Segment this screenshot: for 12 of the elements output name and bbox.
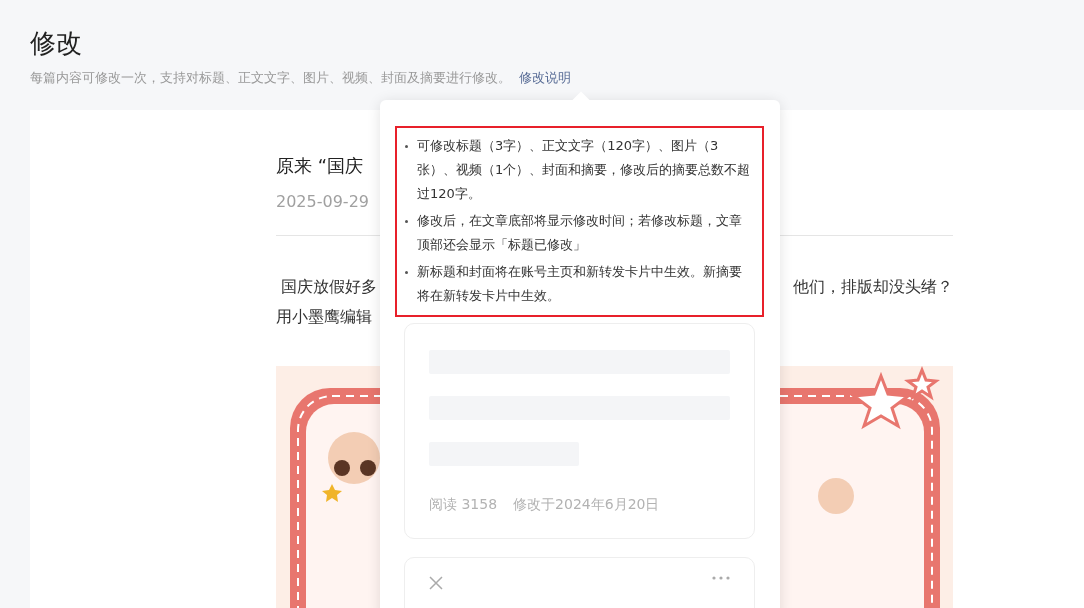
help-link[interactable]: 修改说明 bbox=[519, 68, 571, 88]
note-text: 可修改标题（3字）、正文文字（120字）、图片（3张）、视频（1个）、封面和摘要，修改后的摘要总数不超过120字。 bbox=[404, 134, 754, 206]
modified-date: 修改于2024年6月20日 bbox=[513, 495, 660, 514]
read-count: 阅读 3158 bbox=[429, 495, 498, 514]
article-text: 他们，排版却没头绪？ bbox=[793, 276, 953, 298]
article-title: 原来 “国庆 bbox=[276, 155, 364, 176]
article-date: 2025-09-29 bbox=[276, 192, 369, 211]
article-text: 国庆放假好多 bbox=[280, 276, 378, 298]
note-text: 修改后，在文章底部将显示修改时间；若修改标题，文章顶部还会显示「标题已修改」 bbox=[404, 209, 754, 257]
article-text: 用小墨鹰编辑 bbox=[276, 306, 372, 328]
note-text: 新标题和封面将在账号主页和新转发卡片中生效。新摘要将在新转发卡片中生效。 bbox=[404, 260, 754, 308]
page-title: 修改 bbox=[30, 27, 83, 60]
